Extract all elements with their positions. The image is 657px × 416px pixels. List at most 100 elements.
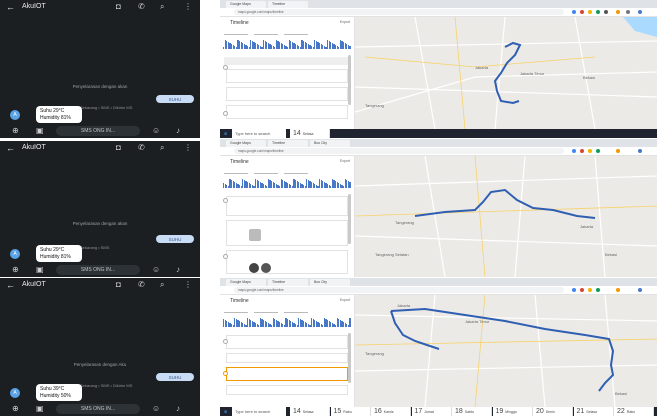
map-view[interactable]: Jakarta Jakarta Timur Bekasi Tangerang (355, 295, 657, 407)
sent-message[interactable]: SUHU (156, 95, 194, 103)
more-icon[interactable]: ⋮ (184, 143, 192, 152)
year-select[interactable] (224, 168, 248, 174)
tab-google-maps[interactable]: Google Maps (226, 1, 266, 8)
profile-icon[interactable] (638, 288, 642, 292)
message-input[interactable]: SMS ONG IN... (56, 126, 140, 136)
day-chip[interactable]: 19 Minggu (492, 407, 533, 416)
tab-bus-city[interactable]: Bus City (310, 279, 350, 286)
add-icon[interactable]: ⊕ (12, 265, 19, 274)
day-chip[interactable]: 20 Senin (533, 407, 573, 416)
message-input[interactable]: SMS ONG IN... (56, 404, 140, 414)
map-view[interactable]: Tangerang Jakarta Bekasi Tangerang Selat… (355, 156, 657, 277)
mic-icon[interactable]: ♪ (176, 265, 180, 274)
emoji-icon[interactable]: ☺ (152, 126, 160, 135)
avatar[interactable]: A (10, 388, 20, 398)
panel-scrollbar[interactable] (348, 333, 351, 383)
extension-icon[interactable] (588, 149, 592, 153)
emoji-icon[interactable]: ☺ (152, 404, 160, 413)
url-field[interactable]: maps.google.com/maps/timeline (234, 287, 564, 293)
extension-icon[interactable] (616, 149, 620, 153)
day-chip[interactable]: 15 Rabu (330, 407, 371, 416)
extension-icon[interactable] (572, 10, 576, 14)
day-chip[interactable]: 14 Selasa (290, 407, 330, 416)
call-icon[interactable]: ✆ (138, 280, 145, 289)
extension-icon[interactable] (572, 288, 576, 292)
timeline-card[interactable] (226, 385, 348, 395)
avatar[interactable]: A (10, 110, 20, 120)
mic-icon[interactable]: ♪ (176, 404, 180, 413)
extension-icon[interactable] (596, 149, 600, 153)
reply-bubble[interactable]: Suhu 39°C Humidity 50% (36, 384, 82, 401)
export-button[interactable]: Export (340, 20, 350, 24)
extension-icon[interactable] (580, 288, 584, 292)
url-field[interactable]: maps.google.com/maps/timeline (234, 148, 564, 154)
timeline-card[interactable] (226, 220, 348, 246)
map-view[interactable]: Jakarta Jakarta Timur Bekasi Tangerang (355, 17, 657, 129)
extension-icon[interactable] (626, 10, 630, 14)
day-select[interactable] (284, 307, 308, 313)
year-select[interactable] (224, 29, 248, 35)
extension-icon[interactable] (616, 288, 620, 292)
video-icon[interactable]: ◘ (116, 143, 121, 152)
extension-icon[interactable] (580, 149, 584, 153)
timeline-card[interactable] (226, 335, 348, 349)
avatar[interactable]: A (10, 249, 20, 259)
call-icon[interactable]: ✆ (138, 143, 145, 152)
more-icon[interactable]: ⋮ (184, 2, 192, 11)
profile-icon[interactable] (638, 10, 642, 14)
day-select[interactable] (284, 168, 308, 174)
month-select[interactable] (254, 307, 278, 313)
video-icon[interactable]: ◘ (116, 280, 121, 289)
timeline-card[interactable] (226, 367, 348, 381)
search-icon[interactable]: ⌕ (160, 143, 164, 153)
timeline-card[interactable] (226, 250, 348, 274)
timeline-card[interactable] (226, 87, 348, 101)
panel-scrollbar[interactable] (348, 194, 351, 244)
year-select[interactable] (224, 307, 248, 313)
taskbar-search[interactable]: Type here to search (232, 129, 286, 138)
mic-icon[interactable]: ♪ (176, 126, 180, 135)
day-chip[interactable]: 14 Selasa (290, 129, 330, 138)
export-button[interactable]: Export (340, 159, 350, 163)
day-chip[interactable]: 22 Rabu (614, 407, 654, 416)
add-icon[interactable]: ⊕ (12, 126, 19, 135)
day-select[interactable] (284, 29, 308, 35)
taskbar-search[interactable]: Type here to search (232, 407, 286, 416)
day-chip[interactable]: 16 Kamis (371, 407, 411, 416)
profile-icon[interactable] (638, 149, 642, 153)
month-select[interactable] (254, 168, 278, 174)
back-arrow-icon[interactable]: ← (6, 2, 15, 12)
more-icon[interactable]: ⋮ (184, 280, 192, 289)
timeline-card[interactable] (226, 353, 348, 363)
extension-icon[interactable] (596, 10, 600, 14)
url-field[interactable]: maps.google.com/maps/timeline (234, 9, 564, 15)
sent-message[interactable]: SUHU (156, 373, 194, 381)
month-select[interactable] (254, 29, 278, 35)
tab-timeline[interactable]: Timeline (268, 1, 308, 8)
back-arrow-icon[interactable]: ← (6, 143, 15, 153)
tab-timeline[interactable]: Timeline (268, 279, 308, 286)
extension-icon[interactable] (588, 10, 592, 14)
search-icon[interactable]: ⌕ (160, 2, 164, 12)
sent-message[interactable]: SUHU (156, 235, 194, 243)
panel-scrollbar[interactable] (348, 55, 351, 105)
extension-icon[interactable] (596, 288, 600, 292)
start-icon[interactable]: ⊞ (224, 407, 227, 416)
emoji-icon[interactable]: ☺ (152, 265, 160, 274)
add-icon[interactable]: ⊕ (12, 404, 19, 413)
extension-icon[interactable] (580, 10, 584, 14)
start-icon[interactable]: ⊞ (224, 129, 227, 138)
day-chip[interactable]: 17 Jumat (411, 407, 452, 416)
extension-icon[interactable] (572, 149, 576, 153)
search-icon[interactable]: ⌕ (160, 280, 164, 290)
tab-google-maps[interactable]: Google Maps (226, 140, 266, 147)
extension-icon[interactable] (588, 288, 592, 292)
message-input[interactable]: SMS ONG IN... (56, 265, 140, 275)
tab-google-maps[interactable]: Google Maps (226, 279, 266, 286)
call-icon[interactable]: ✆ (138, 2, 145, 11)
reply-bubble[interactable]: Suhu 29°C Humidity 81% (36, 106, 82, 123)
day-chip[interactable]: 21 Selasa (573, 407, 614, 416)
gallery-icon[interactable]: ▣ (36, 265, 44, 274)
timeline-card[interactable] (226, 196, 348, 216)
tab-timeline[interactable]: Timeline (268, 140, 308, 147)
